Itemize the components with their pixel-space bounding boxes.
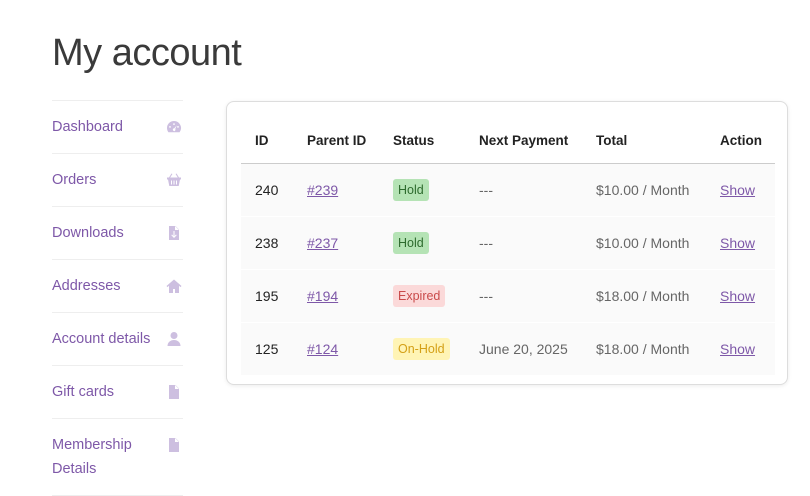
user-icon — [165, 330, 183, 348]
show-link[interactable]: Show — [720, 182, 755, 198]
sidebar-item-account-details[interactable]: Account details — [52, 312, 183, 365]
file-download-icon — [165, 224, 183, 242]
status-cell: Hold — [379, 216, 465, 270]
sidebar-item-label: Downloads — [52, 225, 124, 241]
subscriptions-card: ID Parent ID Status Next Payment Total A… — [226, 101, 788, 385]
parent-order-link[interactable]: #124 — [307, 341, 338, 357]
document-icon — [165, 383, 183, 401]
account-navigation: Dashboard Orders Downloads Addresses Acc… — [52, 100, 183, 496]
show-link[interactable]: Show — [720, 341, 755, 357]
sidebar-item-label: Orders — [52, 172, 97, 188]
sidebar-item-addresses[interactable]: Addresses — [52, 259, 183, 312]
action-cell: Show — [706, 164, 775, 217]
next-payment-cell: --- — [465, 269, 582, 323]
sidebar-item-gift-cards[interactable]: Gift cards — [52, 365, 183, 418]
dashboard-icon — [165, 118, 183, 136]
subscription-id: 195 — [241, 269, 293, 323]
status-cell: Expired — [379, 269, 465, 323]
parent-order-link[interactable]: #239 — [307, 182, 338, 198]
parent-order-link[interactable]: #194 — [307, 288, 338, 304]
subscription-id: 240 — [255, 182, 279, 198]
sidebar-item-orders[interactable]: Orders — [52, 153, 183, 206]
show-link[interactable]: Show — [720, 288, 755, 304]
column-header-parent-id: Parent ID — [293, 117, 379, 164]
total-cell: $18.00 / Month — [582, 269, 706, 323]
parent-id-cell: #237 — [293, 216, 379, 270]
subscription-id: 125 — [241, 322, 293, 375]
home-icon — [165, 277, 183, 295]
status-badge: On-Hold — [393, 338, 450, 360]
basket-icon — [165, 171, 183, 189]
next-payment-cell: --- — [465, 216, 582, 270]
table-row: 195 #194 Expired --- $18.00 / Month Show — [241, 269, 775, 323]
status-cell: On-Hold — [379, 322, 465, 375]
subscription-id: 238 — [241, 216, 293, 270]
column-header-id: ID — [241, 117, 293, 164]
sidebar-item-label: Gift cards — [52, 384, 115, 400]
status-badge: Hold — [393, 179, 429, 201]
show-link[interactable]: Show — [720, 235, 755, 251]
total-cell: $10.00 / Month — [596, 182, 690, 198]
total-cell: $10.00 / Month — [582, 216, 706, 270]
next-payment-cell: --- — [479, 182, 493, 198]
table-row: 238 #237 Hold --- $10.00 / Month Show — [241, 216, 775, 270]
sidebar-item-label: Dashboard — [52, 119, 123, 135]
sidebar-item-label: Account details — [52, 331, 151, 347]
parent-id-cell: #124 — [293, 322, 379, 375]
status-badge: Expired — [393, 285, 446, 307]
table-row: 125 #124 On-Hold June 20, 2025 $18.00 / … — [241, 322, 775, 375]
column-header-action: Action — [706, 117, 775, 164]
document-icon — [165, 436, 183, 454]
sidebar-item-label: Membership Details — [52, 437, 132, 477]
status-cell: Hold — [379, 164, 465, 217]
status-badge: Hold — [393, 232, 429, 254]
sidebar-item-dashboard[interactable]: Dashboard — [52, 100, 183, 153]
column-header-total: Total — [582, 117, 706, 164]
total-cell: $18.00 / Month — [582, 322, 706, 375]
parent-id-cell: #239 — [293, 164, 379, 217]
parent-id-cell: #194 — [293, 269, 379, 323]
sidebar-item-downloads[interactable]: Downloads — [52, 206, 183, 259]
column-header-next-payment: Next Payment — [465, 117, 582, 164]
page-title: My account — [52, 32, 242, 74]
action-cell: Show — [706, 322, 775, 375]
next-payment-cell: June 20, 2025 — [465, 322, 582, 375]
table-row: 240 #239 Hold --- $10.00 / Month Show — [241, 163, 775, 217]
column-header-status: Status — [379, 117, 465, 164]
action-cell: Show — [706, 216, 775, 270]
action-cell: Show — [706, 269, 775, 323]
sidebar-item-membership-details[interactable]: Membership Details — [52, 418, 183, 496]
parent-order-link[interactable]: #237 — [307, 235, 338, 251]
subscriptions-table: ID Parent ID Status Next Payment Total A… — [241, 117, 775, 375]
table-header-row: ID Parent ID Status Next Payment Total A… — [241, 117, 775, 164]
sidebar-item-label: Addresses — [52, 278, 121, 294]
